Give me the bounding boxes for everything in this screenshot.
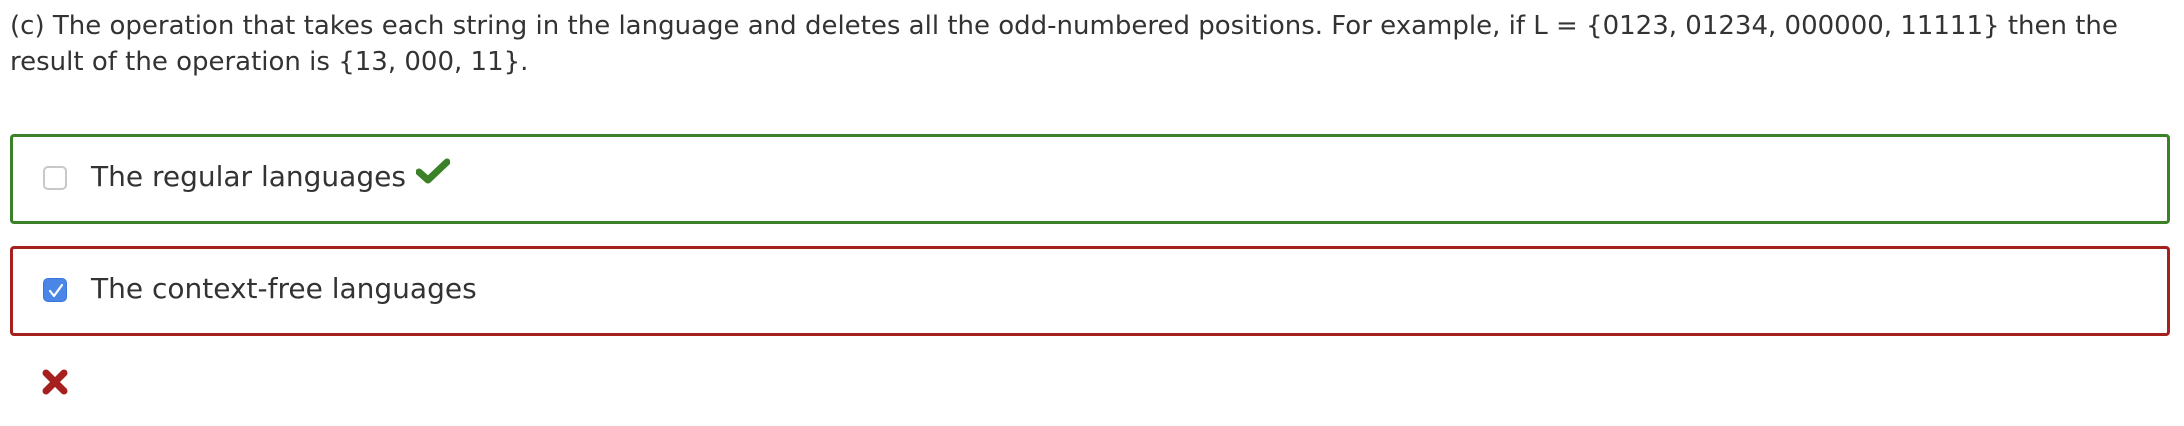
option-regular-languages: The regular languages [10,134,2170,224]
x-icon [42,369,68,399]
option-context-free-languages: The context-free languages [10,246,2170,336]
checkmark-icon [48,283,64,298]
option-label-text: The regular languages [91,160,406,193]
option-label: The context-free languages [91,272,477,305]
checkbox-regular-languages[interactable] [43,166,67,190]
checkbox-context-free-languages[interactable] [43,278,67,302]
option-label: The regular languages [91,157,451,195]
check-icon [415,157,451,193]
question-text: (c) The operation that takes each string… [10,11,2118,77]
